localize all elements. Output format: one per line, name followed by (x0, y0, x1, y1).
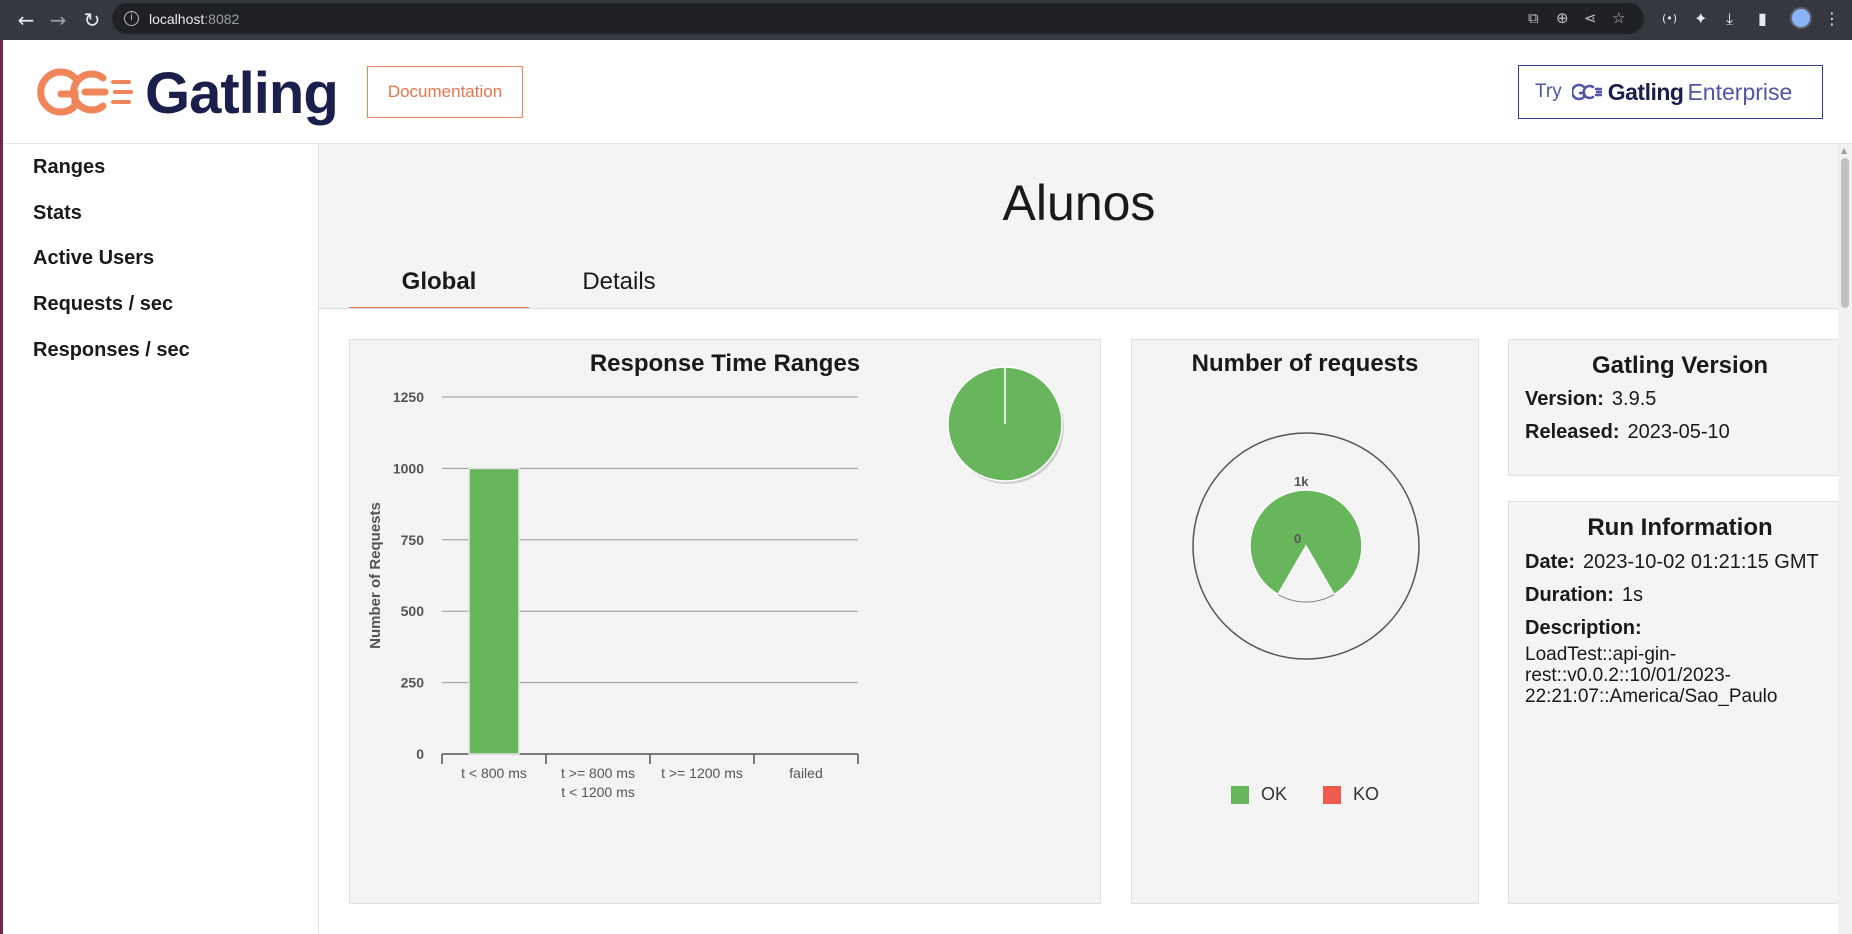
global-tab-content: Response Time Ranges 0 250 500 750 1000 1250 t… (319, 309, 1852, 934)
gatling-version-panel: Gatling Version Version: 3.9.5 Released: 2… (1508, 339, 1852, 476)
version-value: 3.9.5 (1611, 388, 1657, 410)
released-value: 2023-05-10 (1627, 421, 1730, 443)
site-info-icon[interactable]: i (124, 11, 139, 26)
legend-ok-label: OK (1260, 784, 1287, 804)
y-axis-label: Number of Requests (367, 502, 384, 649)
gauge-ok-slice (1249, 489, 1363, 596)
profile-avatar[interactable] (1790, 7, 1812, 29)
enterprise-try-label: Try (1535, 81, 1562, 102)
duration-row: Duration: 1s (1525, 584, 1643, 607)
version-label: Version: (1525, 388, 1604, 410)
x-tick-label: t < 1200 ms (561, 784, 635, 800)
ranges-title: Response Time Ranges (589, 350, 861, 377)
released-label: Released: (1525, 421, 1620, 443)
documentation-button[interactable]: Documentation (367, 66, 523, 118)
legend-ko[interactable]: KO (1323, 784, 1379, 805)
x-tick-label: failed (789, 765, 822, 781)
legend-ko-label: KO (1353, 784, 1380, 804)
requests-legend: OK KO (1132, 784, 1478, 805)
ko-swatch (1323, 785, 1341, 804)
url-host: localhost (149, 10, 205, 27)
x-tick-label: t < 800 ms (461, 765, 527, 781)
version-row: Version: 3.9.5 (1525, 388, 1656, 411)
duration-value: 1s (1621, 584, 1644, 606)
sidebar-item-stats[interactable]: Stats (33, 202, 82, 225)
gauge-zero-label: 0 (1294, 531, 1301, 546)
gatling-small-logo-icon (1571, 83, 1602, 101)
response-time-ranges-panel: Response Time Ranges 0 250 500 750 1000 1250 t… (349, 339, 1101, 904)
scrollbar-thumb[interactable] (1841, 158, 1849, 308)
description-line: rest::v0.0.2::10/01/2023- (1525, 665, 1731, 686)
legend-ok[interactable]: OK (1230, 784, 1287, 805)
ok-swatch (1230, 785, 1249, 804)
date-label: Date: (1525, 551, 1576, 573)
gatling-logo-icon (37, 68, 133, 116)
y-tick-label: 250 (401, 675, 425, 691)
sidebar-item-responses-per-sec[interactable]: Responses / sec (33, 339, 190, 362)
tab-details[interactable]: Details (529, 264, 709, 310)
browser-toolbar: ← → ↻ i localhost:8082 ⧉ ⊕ ⋖ ☆ (•) ✦ ⤓ ▮… (0, 0, 1852, 40)
description-label: Description: (1525, 617, 1642, 639)
gauge-gap-outline (1277, 594, 1335, 603)
description-line: 22:21:07::America/Sao_Paulo (1525, 686, 1778, 707)
x-tick-label: t >= 1200 ms (661, 765, 743, 781)
date-value: 2023-10-02 01:21:15 GMT (1583, 551, 1819, 573)
address-bar[interactable]: i localhost:8082 ⧉ ⊕ ⋖ ☆ (112, 3, 1644, 34)
description-value: LoadTest::api-gin- rest::v0.0.2::10/01/2… (1525, 644, 1777, 707)
date-row: Date: 2023-10-02 01:21:15 GMT (1525, 551, 1819, 574)
logo-wordmark: Gatling (145, 61, 339, 126)
tab-bar: Global Details (349, 264, 1829, 310)
y-tick-label: 500 (401, 603, 425, 619)
download-icon[interactable]: ⤓ (1726, 9, 1733, 29)
response-time-ranges-chart: 0 250 500 750 1000 1250 t < 800 ms t >= 800 ms t… (367, 366, 1064, 800)
requests-gauge-chart: 1k 0 (1192, 432, 1420, 660)
y-tick-label: 1000 (393, 460, 424, 476)
enterprise-label: Enterprise (1687, 78, 1793, 105)
header: Gatling Documentation Try Gatling Enterp… (3, 40, 1852, 144)
menu-dots-icon[interactable]: ⋮ (1824, 9, 1840, 28)
enterprise-gatling-label: Gatling (1607, 78, 1684, 105)
bar (468, 467, 520, 755)
sidebar: Ranges Stats Active Users Requests / sec… (3, 144, 319, 934)
version-title: Gatling Version (1591, 352, 1769, 379)
bookmark-star-icon[interactable]: ☆ (1612, 9, 1625, 27)
y-tick-label: 0 (416, 746, 424, 762)
try-enterprise-button[interactable]: Try Gatling Enterprise (1518, 65, 1823, 119)
description-row: Description: (1525, 617, 1650, 640)
window-edge (0, 40, 3, 934)
page: Gatling Documentation Try Gatling Enterp… (0, 40, 1852, 934)
run-information-panel: Run Information Date: 2023-10-02 01:21:15… (1508, 501, 1852, 904)
url-port: :8082 (204, 10, 240, 27)
scroll-up-arrow-icon[interactable]: ▲ (1841, 146, 1847, 155)
sidebar-item-requests-per-sec[interactable]: Requests / sec (33, 293, 173, 316)
translate-icon[interactable]: ⧉ (1528, 9, 1539, 27)
cast-icon[interactable]: (•) (1662, 12, 1677, 25)
zoom-icon[interactable]: ⊕ (1556, 9, 1569, 27)
y-tick-label: 750 (401, 532, 425, 548)
extensions-icon[interactable]: ✦ (1694, 9, 1707, 28)
forward-arrow-icon[interactable]: → (44, 8, 72, 32)
runinfo-title: Run Information (1587, 514, 1773, 541)
x-tick-label: t >= 800 ms (561, 765, 635, 781)
side-panel-icon[interactable]: ▮ (1758, 9, 1767, 28)
gauge-max-label: 1k (1294, 474, 1309, 489)
sidebar-item-ranges[interactable]: Ranges (33, 156, 105, 179)
y-tick-label: 1250 (393, 389, 424, 405)
main-content: Alunos Global Details Response Time Rang… (319, 144, 1852, 934)
page-scrollbar[interactable]: ▲ (1838, 144, 1852, 934)
released-row: Released: 2023-05-10 (1525, 421, 1730, 444)
tab-global[interactable]: Global (349, 264, 529, 310)
description-line: LoadTest::api-gin- (1525, 644, 1677, 665)
url-text: localhost:8082 (149, 11, 239, 27)
share-icon[interactable]: ⋖ (1584, 9, 1597, 27)
back-arrow-icon[interactable]: ← (12, 8, 40, 32)
reload-icon[interactable]: ↻ (78, 8, 106, 32)
number-of-requests-panel: Number of requests 1k 0 OK KO (1131, 339, 1479, 904)
sidebar-item-active-users[interactable]: Active Users (33, 247, 154, 270)
page-title: Alunos (1002, 175, 1156, 231)
duration-label: Duration: (1525, 584, 1614, 606)
